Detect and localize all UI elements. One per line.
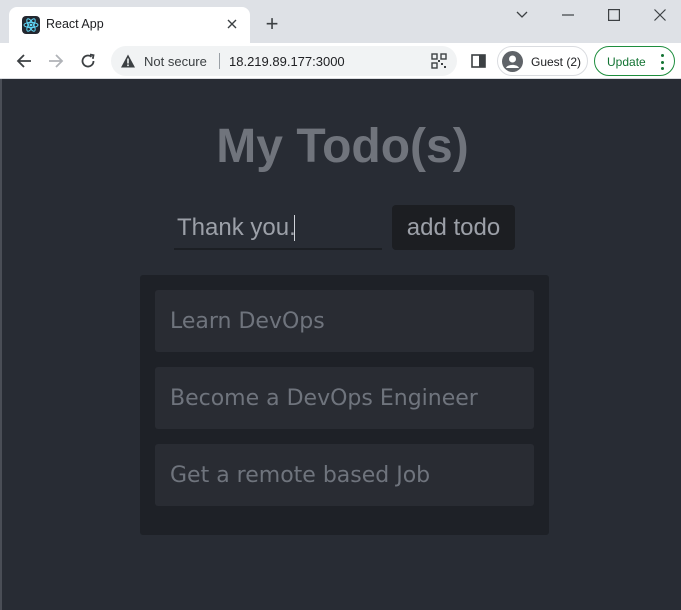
todo-input[interactable] — [174, 207, 382, 248]
text-caret — [294, 215, 295, 241]
maximize-icon[interactable] — [600, 4, 628, 26]
address-bar[interactable]: Not secure 18.219.89.177:3000 — [111, 46, 457, 76]
tab-title: React App — [46, 17, 104, 31]
todo-item-text: Learn DevOps — [170, 309, 325, 334]
todo-item[interactable]: Get a remote based Job — [155, 444, 534, 506]
todo-item-text: Become a DevOps Engineer — [170, 386, 478, 411]
update-label: Update — [607, 55, 646, 69]
tab-close-icon[interactable] — [222, 14, 242, 34]
new-tab-button[interactable]: + — [260, 11, 284, 36]
page-title: My Todo(s) — [216, 120, 469, 173]
qr-code-icon[interactable] — [431, 53, 447, 69]
chevron-down-icon[interactable] — [508, 4, 536, 26]
reload-icon[interactable] — [76, 49, 100, 73]
todo-item[interactable]: Become a DevOps Engineer — [155, 367, 534, 429]
avatar-icon — [502, 51, 523, 72]
security-status-label[interactable]: Not secure — [144, 54, 207, 69]
title-bar: React App + — [0, 0, 681, 43]
profile-label: Guest (2) — [531, 55, 582, 69]
back-arrow-icon[interactable] — [12, 49, 36, 73]
url-text[interactable]: 18.219.89.177:3000 — [229, 54, 345, 69]
todo-list: Learn DevOps Become a DevOps Engineer Ge… — [140, 275, 549, 535]
more-vertical-icon[interactable] — [660, 54, 664, 70]
side-panel-icon[interactable] — [470, 52, 488, 70]
minimize-icon[interactable] — [554, 4, 582, 26]
add-todo-button[interactable]: add todo — [392, 205, 515, 250]
forward-arrow-icon[interactable] — [44, 49, 68, 73]
todo-item[interactable]: Learn DevOps — [155, 290, 534, 352]
address-divider — [219, 53, 220, 69]
page-viewport: My Todo(s) add todo Learn DevOps Become … — [0, 79, 681, 610]
browser-toolbar: Not secure 18.219.89.177:3000 Guest (2) … — [0, 43, 681, 79]
todo-item-text: Get a remote based Job — [170, 463, 431, 488]
profile-button[interactable]: Guest (2) — [497, 46, 588, 76]
close-icon[interactable] — [646, 4, 674, 26]
update-button[interactable]: Update — [594, 46, 675, 76]
warning-triangle-icon[interactable] — [120, 53, 136, 69]
browser-tab[interactable]: React App — [9, 7, 250, 43]
todo-input-container — [174, 207, 382, 250]
react-logo-icon — [22, 16, 40, 34]
